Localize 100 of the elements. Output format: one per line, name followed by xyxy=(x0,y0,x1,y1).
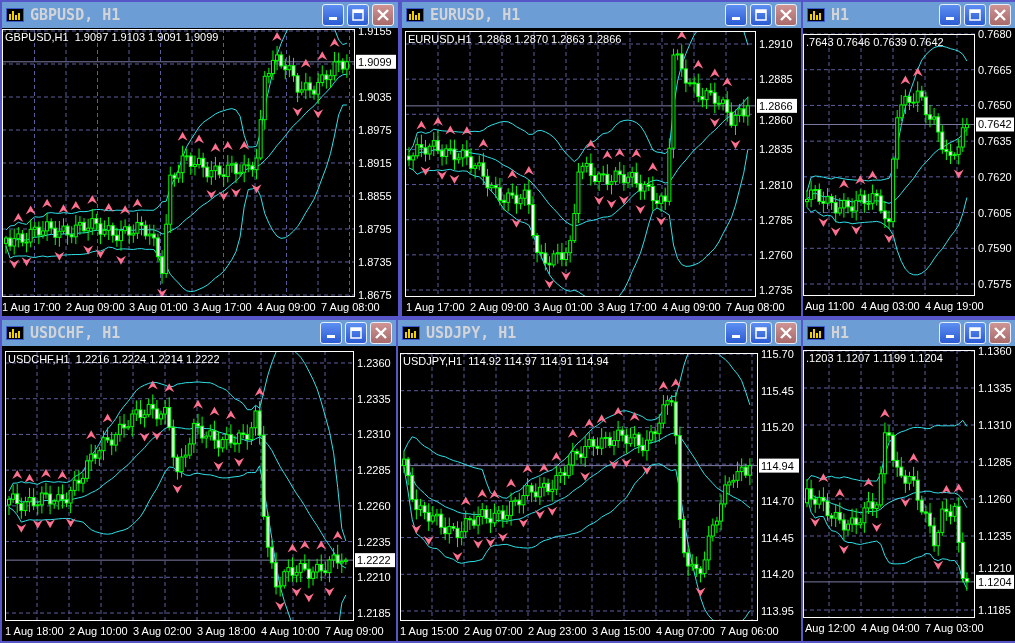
fractal-up-marker xyxy=(57,470,68,480)
minimize-button[interactable] xyxy=(725,4,747,26)
fractal-down-marker xyxy=(641,465,652,475)
time-axis-label: 4 Aug 03:00 xyxy=(861,300,920,312)
fractal-down-marker xyxy=(151,431,162,441)
fractal-down-marker xyxy=(303,593,314,603)
fractal-down-marker xyxy=(830,227,841,237)
fractal-down-marker xyxy=(851,225,862,235)
fractal-down-marker xyxy=(32,519,43,529)
current-price-label: 1.9099 xyxy=(356,54,396,69)
maximize-button[interactable] xyxy=(750,4,772,26)
fractal-down-marker xyxy=(485,537,496,547)
price-axis-label: 0.7590 xyxy=(978,242,1012,255)
fractal-up-marker xyxy=(24,473,35,483)
minimize-button[interactable] xyxy=(939,4,961,26)
close-button[interactable] xyxy=(775,322,797,344)
fractal-up-marker xyxy=(941,484,952,494)
fractal-down-marker xyxy=(231,188,241,198)
fractal-down-marker xyxy=(580,472,591,481)
minimize-button[interactable] xyxy=(725,322,747,344)
fractal-down-marker xyxy=(709,118,720,128)
close-icon xyxy=(376,8,390,22)
minimize-button[interactable] xyxy=(939,322,961,344)
fractal-down-marker xyxy=(16,523,27,533)
fractal-down-marker xyxy=(292,107,303,117)
close-button[interactable] xyxy=(775,4,797,26)
current-price-label: 114.94 xyxy=(759,458,799,473)
fractal-down-marker xyxy=(83,245,94,255)
close-button[interactable] xyxy=(989,4,1011,26)
fractal-up-marker xyxy=(254,387,265,397)
fractal-up-marker xyxy=(834,488,845,498)
minimize-icon xyxy=(327,335,335,338)
fractal-up-marker xyxy=(432,116,443,126)
fractal-down-marker xyxy=(884,234,894,243)
fractal-down-marker xyxy=(251,184,262,194)
fractal-up-marker xyxy=(194,134,205,144)
fractal-up-marker xyxy=(489,489,500,499)
fractal-up-marker xyxy=(676,31,687,40)
fractal-up-marker xyxy=(103,202,114,212)
window-title: GBPUSD, H1 xyxy=(29,6,122,24)
price-axis-label: 1.2910 xyxy=(759,38,793,50)
fractal-up-marker xyxy=(838,179,849,189)
fractal-up-marker xyxy=(629,412,640,422)
price-axis-label: 114.70 xyxy=(761,494,794,507)
fractal-down-marker xyxy=(157,288,168,297)
fractal-up-marker xyxy=(863,477,874,487)
close-button[interactable] xyxy=(370,322,392,344)
time-axis-label: 3 Aug 18:00 xyxy=(197,625,256,637)
fractal-up-marker xyxy=(102,413,113,423)
chart-icon xyxy=(6,8,24,22)
price-axis-label: 1.1185 xyxy=(978,604,1011,616)
fractal-up-marker xyxy=(507,169,518,179)
fractal-up-marker xyxy=(287,543,298,553)
maximize-icon xyxy=(349,326,363,340)
fractal-up-marker xyxy=(13,213,24,223)
close-icon xyxy=(374,326,388,340)
maximize-button[interactable] xyxy=(750,322,772,344)
window-title: H1 xyxy=(830,324,851,342)
fractal-down-marker xyxy=(606,199,617,209)
fractal-up-marker xyxy=(460,496,471,506)
fractal-down-marker xyxy=(206,189,217,199)
maximize-button[interactable] xyxy=(964,4,986,26)
fractal-down-marker xyxy=(594,195,605,205)
fractal-down-marker xyxy=(95,249,106,259)
fractal-down-marker xyxy=(45,519,56,529)
fractal-up-marker xyxy=(585,139,596,149)
fractal-up-marker xyxy=(147,380,158,390)
price-axis-label: 1.2835 xyxy=(759,143,793,156)
minimize-button[interactable] xyxy=(320,322,342,344)
current-price-label: 0.7642 xyxy=(976,117,1014,132)
time-axis-label: 2 Aug 23:00 xyxy=(528,625,587,637)
fractal-up-marker xyxy=(584,418,595,428)
maximize-button[interactable] xyxy=(347,4,369,26)
fractal-down-marker xyxy=(511,218,522,228)
close-button[interactable] xyxy=(989,322,1011,344)
maximize-button[interactable] xyxy=(345,322,367,344)
current-price-label: 1.2222 xyxy=(355,553,395,568)
minimize-button[interactable] xyxy=(322,4,344,26)
price-axis-label: 0.7680 xyxy=(978,28,1012,40)
time-axis-label: 7 Aug 08:00 xyxy=(726,301,785,313)
minimize-icon xyxy=(732,335,740,338)
fractal-down-marker xyxy=(900,497,911,507)
fractal-down-marker xyxy=(420,166,431,176)
fractal-down-marker xyxy=(818,218,829,228)
price-axis-label: 1.2885 xyxy=(759,73,793,86)
price-axis-label: 115.20 xyxy=(761,421,794,434)
price-axis-label: 115.70 xyxy=(761,348,794,360)
fractal-up-marker xyxy=(70,201,81,211)
time-axis-label: 2 Aug 09:00 xyxy=(66,301,125,313)
fractal-down-marker xyxy=(621,458,632,468)
fractal-down-marker xyxy=(291,587,302,597)
price-axis-label: 1.1235 xyxy=(978,530,1012,542)
fractal-up-marker xyxy=(272,32,283,41)
price-axis-label: 115.45 xyxy=(761,384,794,397)
maximize-button[interactable] xyxy=(964,322,986,344)
close-button[interactable] xyxy=(372,4,394,26)
fractal-down-marker xyxy=(213,461,224,471)
time-axis-label: 7 Aug 03:00 xyxy=(925,622,984,634)
time-axis-label: 3 Aug 01:00 xyxy=(534,301,593,313)
fractal-up-marker xyxy=(12,469,23,479)
